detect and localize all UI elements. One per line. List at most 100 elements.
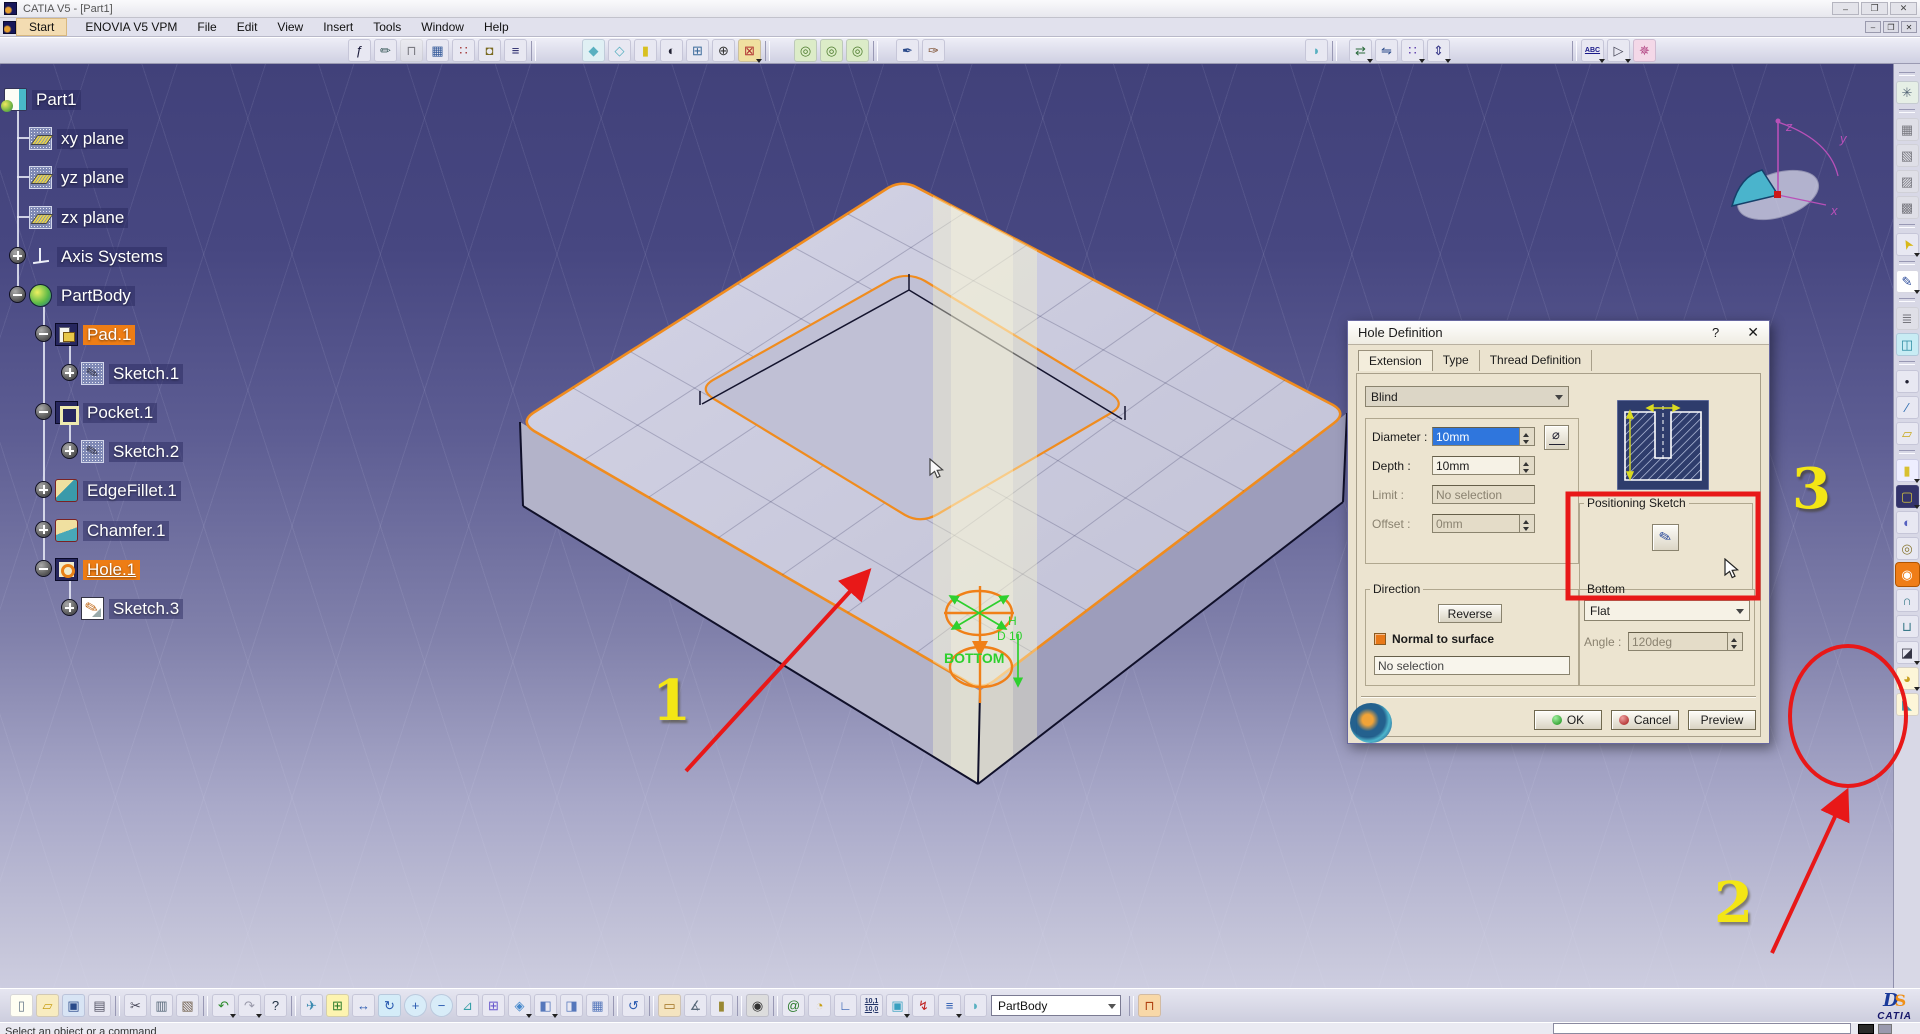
ok-button[interactable]: OK <box>1534 710 1602 730</box>
dropdown-arrow-icon[interactable] <box>1367 59 1373 63</box>
dropdown-arrow-icon[interactable] <box>1599 59 1605 63</box>
manipulate-icon[interactable]: ◔ <box>808 994 831 1017</box>
menu-view[interactable]: View <box>267 19 313 35</box>
groove-icon[interactable]: ◎ <box>1896 537 1919 560</box>
dialog-title-bar[interactable]: Hole Definition ? ✕ <box>1348 321 1769 345</box>
dropdown-arrow-icon[interactable] <box>1914 505 1920 509</box>
menu-start[interactable]: Start <box>16 18 67 36</box>
offset-field[interactable] <box>1432 514 1520 533</box>
tree-item-yz-plane[interactable]: yz plane <box>29 164 128 191</box>
print-icon[interactable]: ▤ <box>88 994 111 1017</box>
dropdown-arrow-icon[interactable] <box>256 1014 262 1018</box>
hole-definition-dialog[interactable]: Hole Definition ? ✕ Extension Type Threa… <box>1347 320 1770 744</box>
constraints-icon[interactable]: ▨ <box>1896 170 1919 193</box>
tree-item-label[interactable]: xy plane <box>57 129 128 149</box>
tree-expander[interactable] <box>36 522 51 537</box>
camera-icon[interactable]: ◉ <box>746 994 769 1017</box>
paste-icon[interactable]: ▧ <box>176 994 199 1017</box>
copy-icon[interactable]: ▥ <box>150 994 173 1017</box>
angle-spinner[interactable] <box>1728 632 1743 651</box>
options-list-icon[interactable]: ≡ <box>938 994 961 1017</box>
surfacic-icon[interactable]: ◗ <box>964 994 987 1017</box>
dialog-close-button[interactable]: ✕ <box>1747 324 1759 341</box>
menu-help[interactable]: Help <box>474 19 519 35</box>
menu-insert[interactable]: Insert <box>313 19 363 35</box>
diameter-dimension-icon[interactable] <box>1544 425 1569 450</box>
tree-item-label[interactable]: Pad.1 <box>83 325 135 345</box>
dropdown-arrow-icon[interactable] <box>904 1014 910 1018</box>
line-icon[interactable]: ∕ <box>1896 396 1919 419</box>
surfaces-icon[interactable]: ◗ <box>1305 39 1328 62</box>
tree-expander[interactable] <box>62 443 77 458</box>
mdi-close-button[interactable]: ✕ <box>1901 21 1917 33</box>
fit-all-icon[interactable]: ⊞ <box>326 994 349 1017</box>
measure-item-icon[interactable]: ∡ <box>684 994 707 1017</box>
pad-icon[interactable]: ▮ <box>1896 459 1919 482</box>
tree-item-zx-plane[interactable]: zx plane <box>29 204 128 231</box>
turntable-icon[interactable]: ↺ <box>622 994 645 1017</box>
tree-item-edgefillet1[interactable]: EdgeFillet.1 <box>55 477 181 504</box>
tree-expander[interactable] <box>10 287 25 302</box>
tree-expander[interactable] <box>36 326 51 341</box>
save-icon[interactable]: ▣ <box>62 994 85 1017</box>
preview-button[interactable]: Preview <box>1688 710 1756 730</box>
tree-item-sketch2[interactable]: Sketch.2 <box>81 438 183 465</box>
formula-fx-icon[interactable]: ƒ <box>348 39 371 62</box>
close-button[interactable]: ✕ <box>1890 2 1917 15</box>
yellow-solid-icon[interactable]: ▮ <box>634 39 657 62</box>
filleted-pad-icon[interactable]: ◇ <box>608 39 631 62</box>
brush-icon[interactable]: ✑ <box>922 39 945 62</box>
scale-icon[interactable]: ⇕ <box>1427 39 1450 62</box>
pattern-grid-icon[interactable]: ∷ <box>1401 39 1424 62</box>
angle-field[interactable] <box>1628 632 1728 651</box>
tree-item-label[interactable]: EdgeFillet.1 <box>83 481 181 501</box>
tree-item-label[interactable]: yz plane <box>57 168 128 188</box>
tree-item-label[interactable]: Axis Systems <box>57 247 167 267</box>
dropdown-arrow-icon[interactable] <box>1914 687 1920 691</box>
cancel-button[interactable]: Cancel <box>1611 710 1679 730</box>
tree-item-label[interactable]: Part1 <box>32 90 81 110</box>
paint-pen-icon[interactable]: ✒ <box>896 39 919 62</box>
undo-icon[interactable]: ↶ <box>212 994 235 1017</box>
tree-item-label[interactable]: Chamfer.1 <box>83 521 169 541</box>
tree-expander[interactable] <box>36 561 51 576</box>
open-folder-icon[interactable]: ▱ <box>36 994 59 1017</box>
tree-item-label[interactable]: Hole.1 <box>83 560 140 580</box>
dropdown-arrow-icon[interactable] <box>1914 290 1920 294</box>
design-table-icon[interactable]: ▦ <box>426 39 449 62</box>
catalog-import-icon[interactable]: ◎ <box>846 39 869 62</box>
status-button-gray[interactable] <box>1878 1024 1892 1034</box>
dimension-display-icon[interactable]: 10,1 10,0 <box>860 994 883 1017</box>
tree-item-label[interactable]: Pocket.1 <box>83 403 157 423</box>
sketcher-icon[interactable]: ✎ <box>1896 270 1919 293</box>
tree-item-sketch1[interactable]: Sketch.1 <box>81 360 183 387</box>
settings-gear-icon[interactable]: ✳ <box>1896 81 1919 104</box>
update-icon[interactable]: ▣ <box>886 994 909 1017</box>
tree-item-label[interactable]: Sketch.3 <box>109 599 183 619</box>
sketch-tools-icon[interactable]: ◫ <box>1896 333 1919 356</box>
menu-window[interactable]: Window <box>411 19 474 35</box>
mdi-minimize-button[interactable]: – <box>1865 21 1881 33</box>
dropdown-arrow-icon[interactable] <box>956 1014 962 1018</box>
view-compass[interactable]: z y x <box>1731 119 1848 229</box>
catalog-browser-icon[interactable]: ◎ <box>794 39 817 62</box>
mdi-maximize-button[interactable]: ❐ <box>1883 21 1899 33</box>
tree-item-label[interactable]: Sketch.2 <box>109 442 183 462</box>
tree-item-pocket1[interactable]: Pocket.1 <box>55 399 157 426</box>
speech-bubble-icon[interactable]: ✏ <box>374 39 397 62</box>
shading-icon[interactable]: ◧ <box>534 994 557 1017</box>
dropdown-arrow-icon[interactable] <box>230 1014 236 1018</box>
abc-annotation-icon[interactable]: ABC <box>1581 39 1604 62</box>
tree-item-label[interactable]: PartBody <box>57 286 135 306</box>
stamp-icon[interactable]: ✵ <box>1633 39 1656 62</box>
translate-icon[interactable]: ⇄ <box>1349 39 1372 62</box>
clipping-box-icon[interactable]: ⊞ <box>686 39 709 62</box>
axis-system-icon[interactable]: ∟ <box>834 994 857 1017</box>
zoom-in-icon[interactable]: + <box>404 994 427 1017</box>
cut-icon[interactable]: ✂ <box>124 994 147 1017</box>
tab-extension[interactable]: Extension <box>1358 350 1433 371</box>
partbody-combobox[interactable]: PartBody <box>991 995 1121 1016</box>
power-input-field[interactable] <box>1553 1023 1851 1034</box>
chamfer-icon[interactable]: ◣ <box>1896 693 1919 716</box>
dropdown-arrow-icon[interactable] <box>1445 59 1451 63</box>
